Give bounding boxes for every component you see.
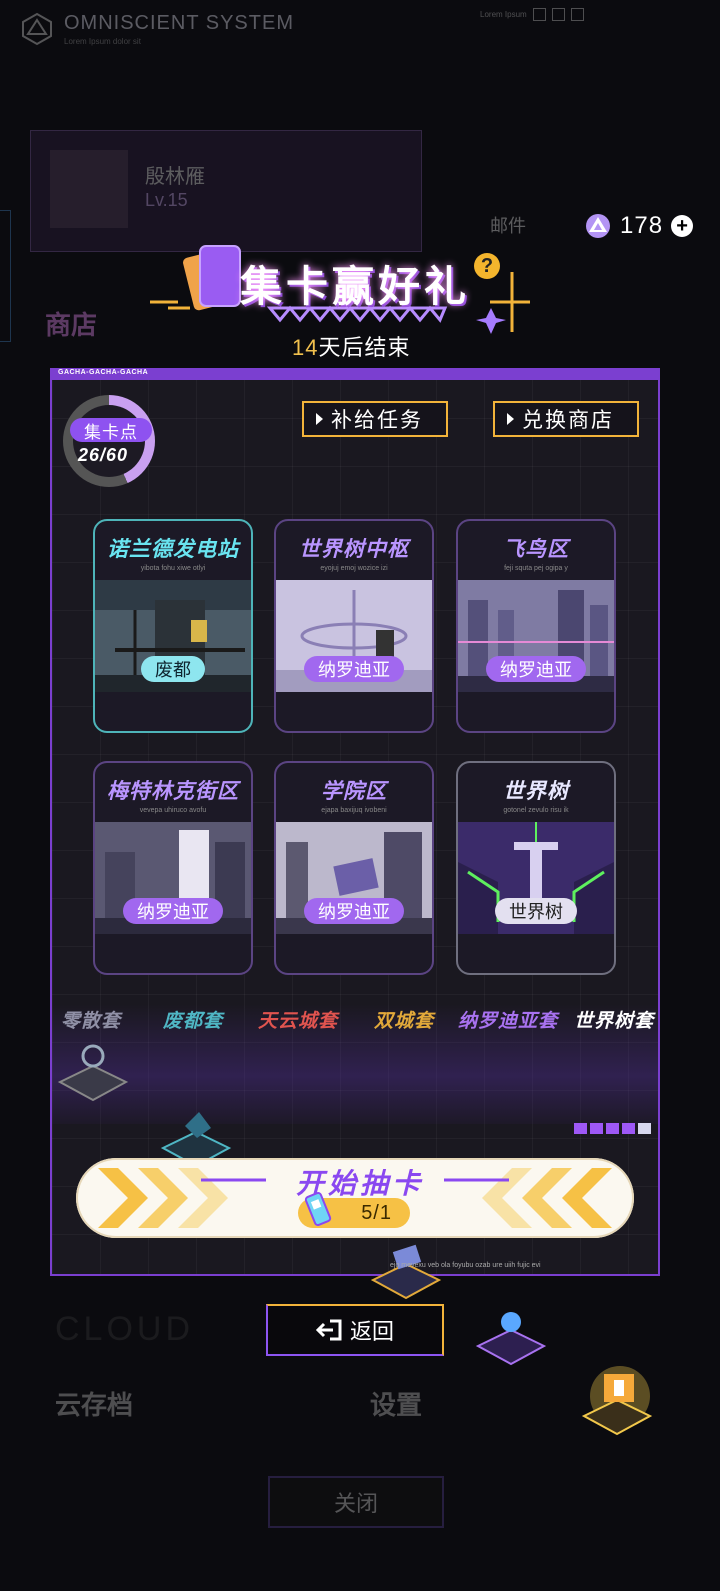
exchange-shop-button[interactable]: 兑换商店 (493, 401, 639, 437)
avatar (50, 150, 128, 228)
shop-label: 商店 (45, 310, 98, 340)
card-tag: 纳罗迪亚 (486, 656, 586, 682)
set-label-scattered: 零散套 (61, 1011, 122, 1032)
card-tag: 纳罗迪亚 (304, 656, 404, 682)
cloud-save-label: 云存档 (55, 1390, 134, 1420)
card-illustration: 纳罗迪亚 (95, 822, 251, 934)
event-countdown: 14天后结束 (292, 330, 411, 362)
card-title: 飞鸟区 (503, 538, 569, 561)
supply-tasks-label: 补给任务 (331, 409, 423, 432)
question-icon: ? (480, 254, 494, 277)
set-icon-narodia[interactable] (470, 1306, 552, 1372)
pager-dot (574, 1123, 587, 1134)
panel-tag: GACHA-GACHA-GACHA (50, 368, 660, 380)
currency-amount: 178 (620, 212, 664, 239)
countdown-text: 天后结束 (318, 335, 411, 360)
card-world-tree-hub[interactable]: 世界树中枢 eyojuj emoj wozice izi 纳罗迪亚 (274, 519, 434, 733)
set-icon-world-tree[interactable] (576, 1360, 658, 1436)
cloud-label: CLOUD (55, 1310, 195, 1348)
crystal-icon (586, 214, 610, 238)
card-title: 学院区 (321, 780, 387, 803)
card-title: 世界树中枢 (299, 538, 409, 561)
set-label-twin-cities: 双城套 (374, 1011, 435, 1032)
exchange-shop-label: 兑换商店 (522, 409, 614, 432)
arrow-right-icon (507, 413, 514, 425)
card-subtitle: vevepa uhiruco avofu (139, 807, 207, 814)
currency-display: 178 + (584, 212, 694, 240)
card-maeterlinck-district[interactable]: 梅特林克街区 vevepa uhiruco avofu 纳罗迪亚 (93, 761, 253, 975)
points-label: 集卡点 (70, 418, 152, 442)
sets-strip (52, 1004, 658, 1124)
countdown-days: 14 (292, 335, 319, 360)
card-world-tree[interactable]: 世界树 gotonel zevulo risu ik 世界树 (456, 761, 616, 975)
hud-box-icon (570, 8, 584, 21)
player-level: Lv.15 (145, 190, 188, 210)
settings-label: 设置 (370, 1390, 423, 1420)
hud-box-icon (532, 8, 546, 21)
back-arrow-icon (315, 1319, 342, 1341)
card-title: 世界树 (503, 780, 569, 803)
pager-dot-active (638, 1123, 651, 1134)
panel-footer-text: ejo mevexu veb ola foyubu ozab ure uiih … (390, 1262, 541, 1269)
set-label-ruins: 废都套 (163, 1011, 224, 1032)
card-illustration: 纳罗迪亚 (276, 822, 432, 934)
brand-logo-icon (22, 12, 52, 46)
card-academy-district[interactable]: 学院区 ejapa baxijuq ivobeni 纳罗迪亚 (274, 761, 434, 975)
draw-cost-value: 5/1 (361, 1201, 392, 1224)
set-icon-scattered[interactable] (52, 1042, 134, 1108)
set-pager (574, 1123, 651, 1134)
set-label-narodia: 纳罗迪亚套 (458, 1011, 559, 1032)
card-title: 诺兰德发电站 (107, 538, 239, 561)
event-title: 集卡赢好礼 (240, 263, 471, 310)
card-tag: 纳罗迪亚 (304, 898, 404, 924)
help-button[interactable]: ? (474, 253, 500, 279)
hud-text: Lorem Ipsum (480, 10, 527, 19)
card-norland-station[interactable]: 诺兰德发电站 yibota fohu xiwe otlyi 废都 (93, 519, 253, 733)
card-subtitle: eyojuj emoj wozice izi (320, 565, 388, 572)
card-illustration: 纳罗迪亚 (458, 580, 614, 692)
panel-tag-text: GACHA-GACHA-GACHA (58, 369, 149, 376)
pager-dot (606, 1123, 619, 1134)
points-value: 26/60 (78, 445, 129, 465)
brand: OMNISCIENT SYSTEM Lorem Ipsum dolor sit (20, 12, 294, 46)
hud-box-icon (551, 8, 565, 21)
pager-dot (590, 1123, 603, 1134)
back-label: 返回 (349, 1319, 394, 1344)
card-bird-district[interactable]: 飞鸟区 feji squta pej ogipa y 纳罗迪亚 (456, 519, 616, 733)
side-panel-edge (0, 210, 11, 342)
card-tag: 废都 (141, 656, 205, 682)
card-illustration: 世界树 (458, 822, 614, 934)
card-subtitle: feji squta pej ogipa y (504, 565, 568, 572)
close-label: 关闭 (333, 1491, 378, 1516)
add-currency-button[interactable]: + (671, 215, 694, 237)
hud-top: Lorem Ipsum (480, 8, 584, 21)
start-draw-label: 开始抽卡 (295, 1168, 424, 1199)
close-button: 关闭 (268, 1476, 444, 1528)
brand-title: OMNISCIENT SYSTEM (64, 12, 294, 34)
mail-label: 邮件 (490, 216, 526, 236)
draw-ticket-icon (304, 1192, 332, 1226)
card-tag: 纳罗迪亚 (123, 898, 223, 924)
plus-icon: + (676, 215, 688, 237)
card-subtitle: gotonel zevulo risu ik (503, 807, 569, 814)
arrow-right-icon (316, 413, 323, 425)
player-name: 殷林雁 (145, 166, 205, 188)
card-subtitle: ejapa baxijuq ivobeni (321, 807, 387, 814)
pager-dot (622, 1123, 635, 1134)
back-button[interactable]: 返回 (266, 1304, 444, 1356)
card-illustration: 纳罗迪亚 (276, 580, 432, 692)
brand-subtitle: Lorem Ipsum dolor sit (64, 37, 141, 46)
card-illustration: 废都 (95, 580, 251, 692)
card-title: 梅特林克街区 (107, 780, 239, 803)
set-label-world-tree: 世界树套 (574, 1011, 655, 1032)
set-icon-twin-cities[interactable] (365, 1240, 447, 1306)
supply-tasks-button[interactable]: 补给任务 (302, 401, 448, 437)
set-label-sky-city: 天云城套 (258, 1011, 339, 1032)
card-subtitle: yibota fohu xiwe otlyi (140, 565, 206, 572)
card-tag: 世界树 (495, 898, 577, 924)
